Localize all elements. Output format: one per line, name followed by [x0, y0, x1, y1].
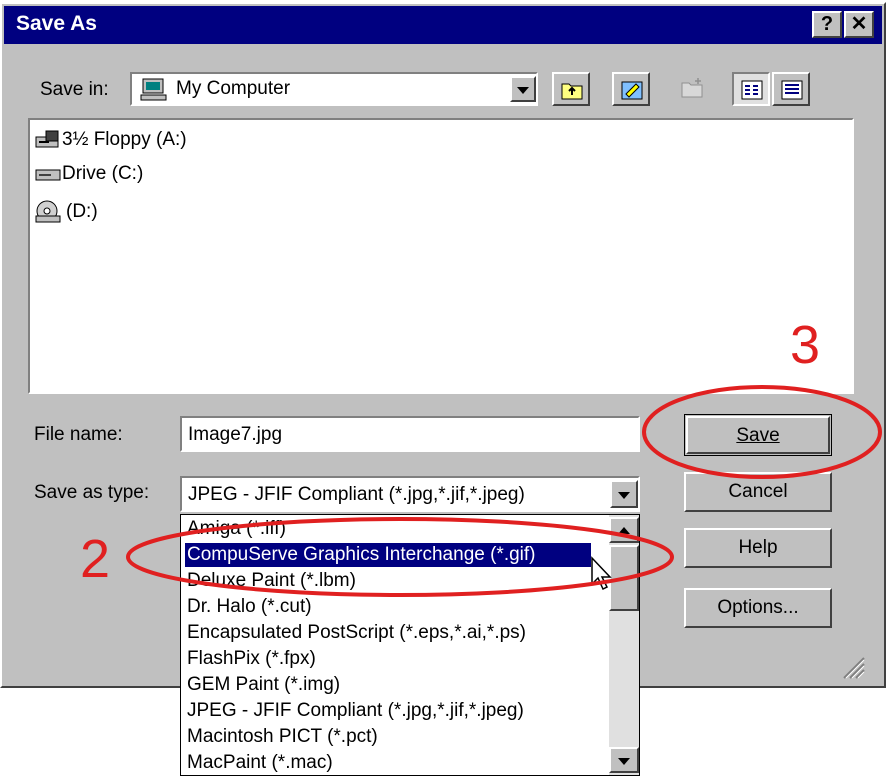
chevron-up-icon	[618, 527, 630, 534]
scroll-down-button[interactable]	[609, 747, 639, 773]
step-3-number: 3	[790, 315, 821, 375]
dropdown-scrollbar[interactable]	[609, 515, 639, 775]
options-button-label: Options...	[717, 597, 799, 618]
list-item[interactable]: Drive (C:)	[34, 162, 143, 186]
list-item[interactable]: MacPaint (*.mac)	[185, 751, 333, 775]
cd-drive-icon	[35, 200, 61, 223]
up-one-level-button[interactable]	[552, 72, 590, 106]
save-in-dropdown-button[interactable]	[510, 76, 536, 102]
save-as-type-dropdown[interactable]: JPEG - JFIF Compliant (*.jpg,*.jif,*.jpe…	[180, 476, 640, 512]
list-item[interactable]: JPEG - JFIF Compliant (*.jpg,*.jif,*.jpe…	[185, 699, 524, 723]
window-title: Save As	[16, 12, 97, 35]
create-new-folder-button[interactable]	[612, 72, 650, 106]
resize-grip-icon[interactable]	[840, 654, 866, 680]
file-name-label: File name:	[34, 424, 123, 445]
cancel-button-label: Cancel	[728, 481, 788, 502]
details-view-button[interactable]	[772, 72, 810, 106]
list-item[interactable]: Dr. Halo (*.cut)	[185, 595, 312, 619]
list-item[interactable]: FlashPix (*.fpx)	[185, 647, 316, 671]
save-in-value: My Computer	[176, 78, 291, 99]
chevron-down-icon	[618, 492, 630, 499]
chevron-down-icon	[618, 758, 630, 765]
list-item[interactable]: Macintosh PICT (*.pct)	[185, 725, 378, 749]
file-name-input[interactable]: Image7.jpg	[180, 416, 640, 452]
new-folder-button[interactable]	[674, 72, 712, 106]
save-in-dropdown[interactable]: My Computer	[130, 72, 538, 106]
save-button-label: Save	[736, 425, 780, 446]
save-button-frame[interactable]: Save	[684, 414, 832, 456]
computer-icon	[140, 77, 168, 101]
scroll-up-button[interactable]	[609, 517, 639, 543]
help-button[interactable]: Help	[684, 528, 832, 568]
list-item[interactable]: GEM Paint (*.img)	[185, 673, 340, 697]
list-item[interactable]: Deluxe Paint (*.lbm)	[185, 569, 356, 593]
desktop-icon	[621, 81, 643, 100]
list-item[interactable]: (D:)	[34, 200, 98, 224]
step-2-number: 2	[80, 529, 111, 589]
chevron-down-icon	[517, 87, 529, 94]
save-as-type-value: JPEG - JFIF Compliant (*.jpg,*.jif,*.jpe…	[188, 484, 525, 505]
list-item[interactable]: 3½ Floppy (A:)	[34, 128, 187, 152]
file-type-dropdown-list[interactable]: Amiga (*.iff) CompuServe Graphics Interc…	[180, 514, 640, 776]
help-title-button[interactable]: ?	[812, 11, 842, 38]
list-item[interactable]: Amiga (*.iff)	[185, 517, 286, 541]
details-view-icon	[781, 80, 803, 100]
list-item[interactable]: Encapsulated PostScript (*.eps,*.ai,*.ps…	[185, 621, 526, 645]
file-list[interactable]: 3½ Floppy (A:) Drive (C:) (D:)	[28, 118, 854, 394]
save-button[interactable]: Save	[686, 416, 830, 454]
file-name-value: Image7.jpg	[188, 424, 283, 445]
list-view-button[interactable]	[732, 72, 770, 106]
list-view-icon	[741, 80, 763, 100]
mouse-cursor-icon	[591, 556, 612, 591]
close-button[interactable]: ✕	[844, 11, 874, 38]
hard-drive-icon	[35, 169, 61, 181]
save-as-type-label: Save as type:	[34, 482, 150, 503]
save-in-label: Save in:	[40, 79, 109, 100]
list-item-selected[interactable]: CompuServe Graphics Interchange (*.gif)	[185, 543, 591, 567]
new-folder-icon	[681, 78, 703, 98]
save-as-type-dropdown-button[interactable]	[610, 480, 638, 508]
help-button-label: Help	[738, 537, 778, 558]
title-bar[interactable]: Save As ? ✕	[4, 6, 882, 44]
options-button[interactable]: Options...	[684, 588, 832, 628]
cancel-button[interactable]: Cancel	[684, 472, 832, 512]
up-folder-icon	[561, 83, 583, 100]
floppy-drive-icon	[35, 130, 59, 148]
